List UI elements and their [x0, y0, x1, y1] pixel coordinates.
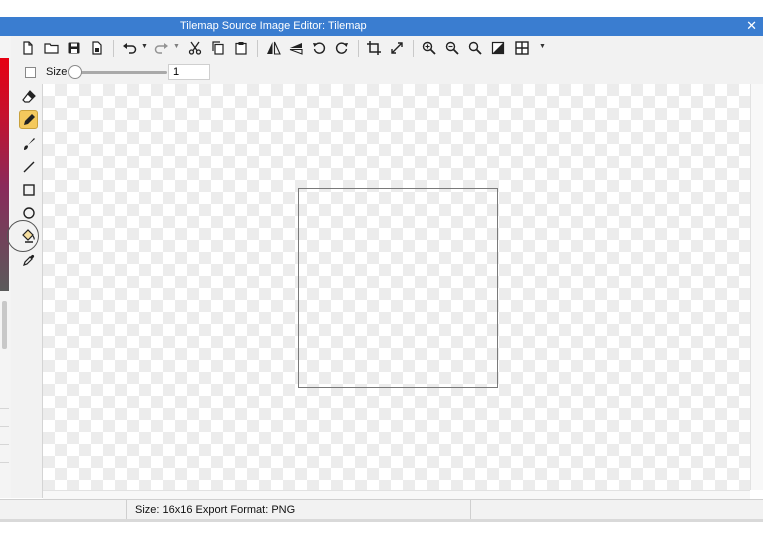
color-palette-strip[interactable]	[0, 58, 9, 291]
title-bar: Tilemap Source Image Editor: Tilemap ✕	[0, 17, 763, 36]
tool-palette	[7, 84, 43, 498]
zoom-fit-icon[interactable]	[467, 40, 483, 56]
status-segment	[126, 500, 471, 520]
list-item	[0, 462, 9, 479]
list-item	[0, 408, 9, 425]
save-icon[interactable]	[66, 40, 82, 56]
save-as-icon[interactable]	[89, 40, 105, 56]
undo-icon[interactable]	[121, 40, 137, 56]
redo-dropdown-icon[interactable]: ▼	[173, 43, 180, 50]
window-title: Tilemap Source Image Editor: Tilemap	[180, 20, 367, 32]
brush-icon[interactable]	[19, 134, 38, 153]
palette-scrollbar[interactable]	[2, 301, 7, 349]
paste-icon[interactable]	[233, 40, 249, 56]
toolbar-separator	[257, 40, 258, 57]
background-color-icon[interactable]	[490, 40, 506, 56]
image-frame[interactable]	[298, 188, 498, 388]
status-bar: Size: 16x16 Export Format: PNG	[0, 499, 763, 520]
toolbar-separator	[413, 40, 414, 57]
toolbar: ▼ ▼ ▼	[11, 36, 763, 62]
size-label: Size	[46, 66, 68, 78]
list-item	[0, 444, 9, 461]
selection-checkbox[interactable]	[25, 67, 36, 78]
window-bottom-edge	[0, 519, 763, 522]
rectangle-icon[interactable]	[19, 180, 38, 199]
open-folder-icon[interactable]	[43, 40, 59, 56]
size-slider-handle[interactable]	[68, 65, 82, 79]
rotate-right-icon[interactable]	[334, 40, 350, 56]
toolbar-separator	[358, 40, 359, 57]
flip-vertical-icon[interactable]	[288, 40, 304, 56]
size-input[interactable]	[168, 64, 210, 80]
zoom-out-icon[interactable]	[444, 40, 460, 56]
close-icon[interactable]: ✕	[746, 18, 757, 34]
resize-icon[interactable]	[389, 40, 405, 56]
undo-dropdown-icon[interactable]: ▼	[141, 43, 148, 50]
grid-icon[interactable]	[514, 40, 530, 56]
line-icon[interactable]	[19, 157, 38, 176]
vertical-scrollbar[interactable]	[750, 84, 763, 490]
crop-icon[interactable]	[366, 40, 382, 56]
zoom-in-icon[interactable]	[421, 40, 437, 56]
mouse-cursor-highlight	[7, 220, 39, 252]
size-slider[interactable]	[71, 71, 167, 74]
copy-icon[interactable]	[210, 40, 226, 56]
rotate-left-icon[interactable]	[311, 40, 327, 56]
eraser-icon[interactable]	[19, 87, 38, 106]
list-item	[0, 426, 9, 443]
new-file-icon[interactable]	[20, 40, 36, 56]
redo-icon[interactable]	[153, 40, 169, 56]
size-row: Size	[11, 61, 763, 84]
toolbar-separator	[113, 40, 114, 57]
flip-horizontal-icon[interactable]	[265, 40, 281, 56]
pencil-icon[interactable]	[19, 110, 38, 129]
grid-dropdown-icon[interactable]: ▼	[539, 43, 546, 50]
eyedropper-icon[interactable]	[19, 250, 38, 269]
cut-icon[interactable]	[187, 40, 203, 56]
status-segment	[0, 500, 127, 520]
